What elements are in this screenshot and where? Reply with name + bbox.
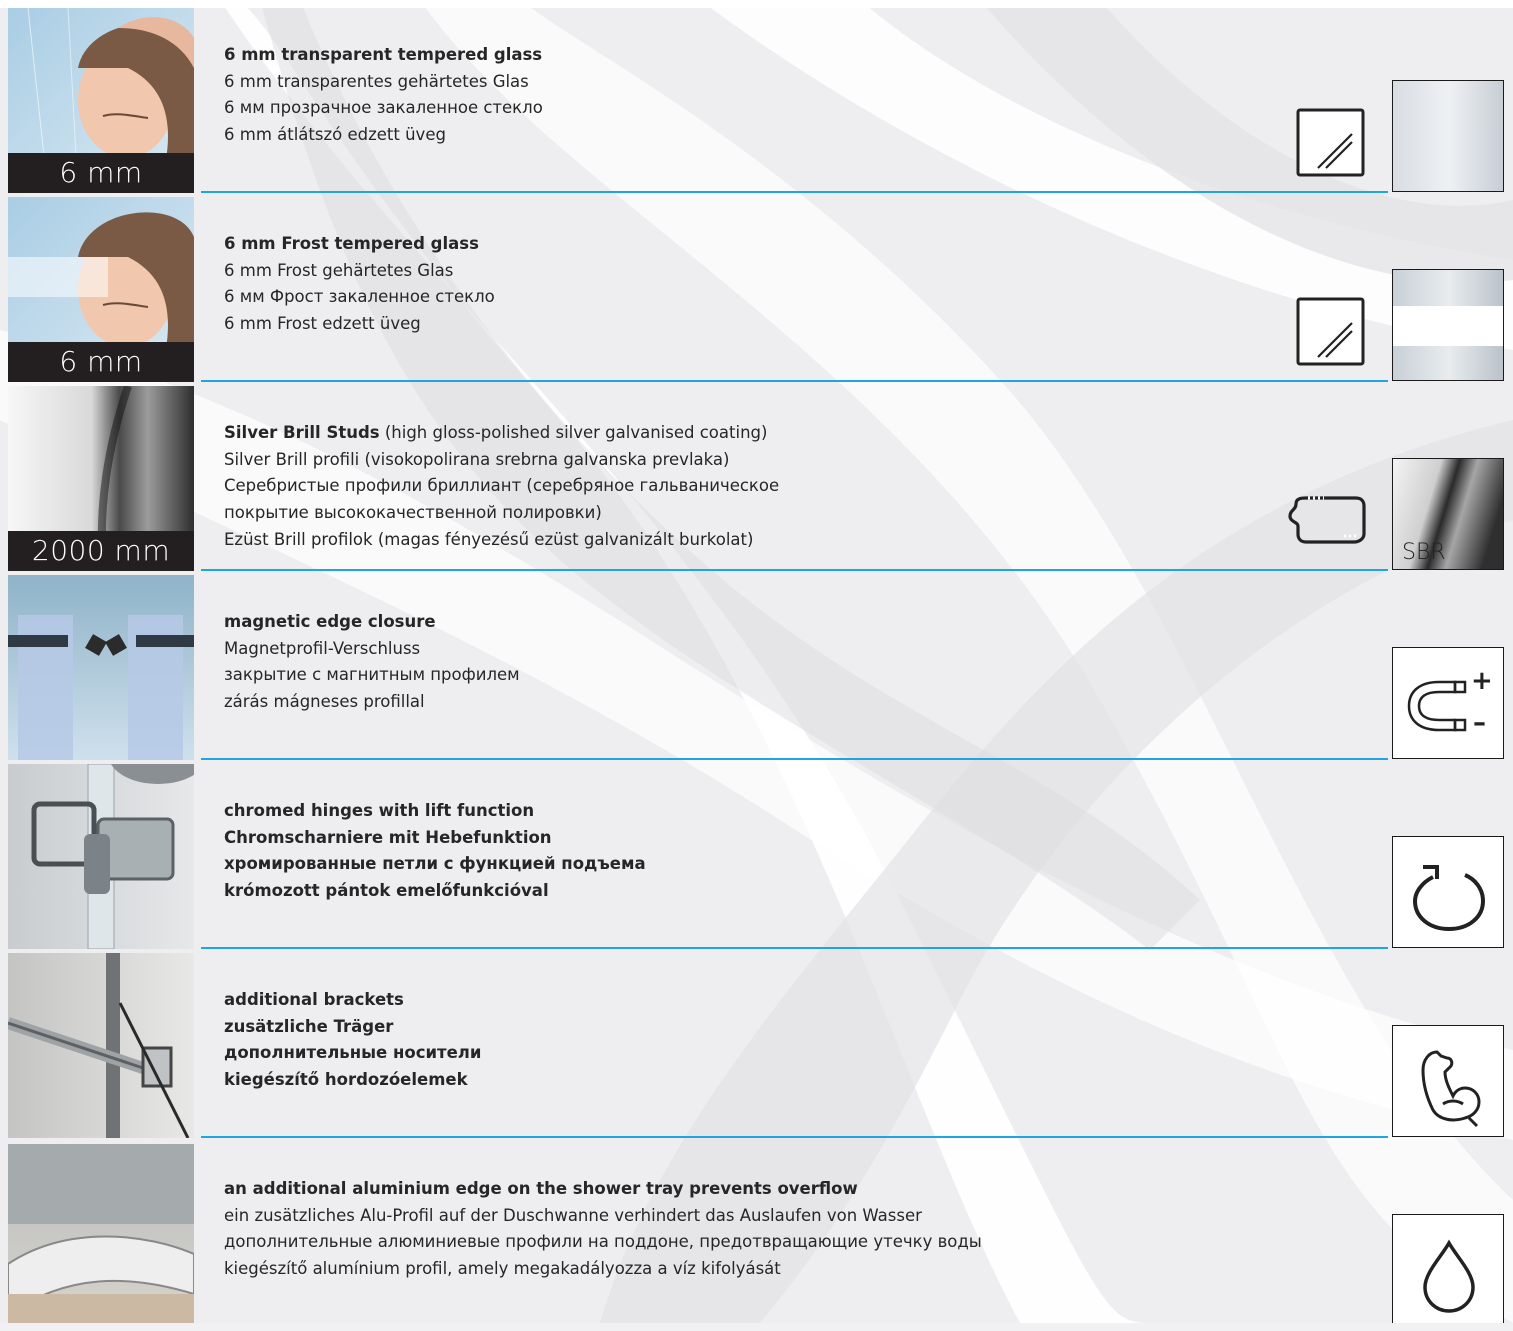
feature-row-magnetic: magnetic edge closure Magnetprofil-Versc… (0, 575, 1513, 764)
feature-line-ru: 6 мм Фрост закаленное стекло (224, 287, 495, 307)
feature-row-hinges: chromed hinges with lift function Chroms… (0, 764, 1513, 953)
feature-text: magnetic edge closure Magnetprofil-Versc… (224, 609, 520, 716)
feature-title: Silver Brill Studs (224, 423, 380, 442)
length-label: 2000 mm (8, 531, 194, 571)
row-divider (201, 191, 1388, 193)
feature-row-tray-edge: an additional aluminium edge on the show… (0, 1142, 1513, 1331)
clear-glass-swatch (1392, 80, 1504, 192)
feature-title: additional brackets (224, 990, 404, 1009)
feature-line-hu: kiegészítő alumínium profil, amely megak… (224, 1259, 781, 1279)
magnet-icon (1407, 680, 1467, 732)
rotate-icon (1412, 865, 1486, 932)
feature-row-silver-brill: 2000 mm Silver Brill Studs (high gloss-p… (0, 386, 1513, 575)
feature-row-transparent-glass: 6 mm 6 mm transparent tempered glass 6 m… (0, 8, 1513, 197)
feature-line-ru: 6 мм прозрачное закаленное стекло (224, 98, 543, 118)
feature-title: 6 mm transparent tempered glass (224, 45, 543, 64)
water-drop-icon-box (1392, 1214, 1504, 1323)
magnet-plus: + (1471, 666, 1493, 696)
feature-line-ru: дополнительные алюминиевые профили на по… (224, 1232, 982, 1252)
row-divider (201, 1136, 1388, 1138)
silver-profile-photo: 2000 mm (8, 386, 194, 571)
row-divider (201, 758, 1388, 760)
magnet-minus: – (1473, 708, 1486, 738)
feature-text: 6 mm Frost tempered glass 6 mm Frost geh… (224, 231, 495, 338)
feature-line-hu: 6 mm Frost edzett üveg (224, 314, 421, 334)
strength-icon-box (1392, 1025, 1504, 1137)
finish-code: SBR (1402, 540, 1446, 565)
feature-text: an additional aluminium edge on the show… (224, 1176, 982, 1283)
feature-line-hu: zárás mágneses profillal (224, 692, 425, 712)
feature-line-hu: kiegészítő hordozóelemek (224, 1070, 468, 1090)
glass-panel-icon (1296, 297, 1365, 366)
feature-line-ru-2: покрытие высококачественной полировки) (224, 503, 602, 523)
water-drop-icon (1423, 1239, 1475, 1313)
feature-line-hu: 6 mm átlátszó edzett üveg (224, 125, 446, 145)
shower-woman-frost-photo: 6 mm (8, 197, 194, 382)
glass-panel-icon (1296, 108, 1365, 177)
feature-title: chromed hinges with lift function (224, 801, 535, 820)
chrome-hinge-photo (8, 764, 194, 949)
feature-row-brackets: additional brackets zusätzliche Träger д… (0, 953, 1513, 1142)
feature-line-de: zusätzliche Träger (224, 1016, 394, 1036)
feature-title-rest: (high gloss-polished silver galvanised c… (379, 423, 768, 442)
feature-title: magnetic edge closure (224, 612, 436, 631)
feature-line-de: Magnetprofil-Verschluss (224, 638, 421, 658)
row-divider (201, 947, 1388, 949)
feature-title: 6 mm Frost tempered glass (224, 234, 479, 253)
feature-text: chromed hinges with lift function Chroms… (224, 798, 646, 905)
feature-text: Silver Brill Studs (high gloss-polished … (224, 420, 779, 554)
feature-title: an additional aluminium edge on the show… (224, 1179, 858, 1198)
row-divider (201, 569, 1388, 571)
feature-line-de: ein zusätzliches Alu-Profil auf der Dusc… (224, 1205, 922, 1225)
frost-glass-swatch (1392, 269, 1504, 381)
feature-line-ru: дополнительные носители (224, 1043, 482, 1063)
magnetic-seal-photo (8, 575, 194, 760)
feature-line-hr: Silver Brill profili (visokopolirana sre… (224, 449, 730, 469)
thickness-label: 6 mm (8, 342, 194, 382)
magnet-icon-box: + – (1392, 647, 1504, 759)
feature-line-hu: Ezüst Brill profilok (magas fényezésű ez… (224, 529, 754, 549)
shower-tray-photo (8, 1142, 194, 1323)
rotate-icon-box (1392, 836, 1504, 948)
feature-line-de: Chromscharniere mit Hebefunktion (224, 827, 552, 847)
feature-line-ru: хромированные петли с функцией подъема (224, 854, 646, 874)
feature-line-hu: krómozott pántok emelőfunkcióval (224, 881, 549, 901)
feature-line-ru: Серебристые профили бриллиант (серебряно… (224, 476, 780, 496)
feature-text: additional brackets zusätzliche Träger д… (224, 987, 481, 1094)
strength-arm-icon (1421, 1050, 1481, 1128)
feature-line-ru: закрытие с магнитным профилем (224, 665, 520, 685)
silver-profile-swatch: SBR (1392, 458, 1504, 570)
feature-line-de: 6 mm transparentes gehärtetes Glas (224, 71, 529, 91)
feature-line-de: 6 mm Frost gehärtetes Glas (224, 260, 454, 280)
row-divider (201, 380, 1388, 382)
feature-row-frost-glass: 6 mm 6 mm Frost tempered glass 6 mm Fros… (0, 197, 1513, 386)
profile-bar-icon (1288, 496, 1366, 544)
support-bracket-photo (8, 953, 194, 1138)
shower-woman-photo: 6 mm (8, 8, 194, 193)
thickness-label: 6 mm (8, 153, 194, 193)
feature-text: 6 mm transparent tempered glass 6 mm tra… (224, 42, 543, 149)
